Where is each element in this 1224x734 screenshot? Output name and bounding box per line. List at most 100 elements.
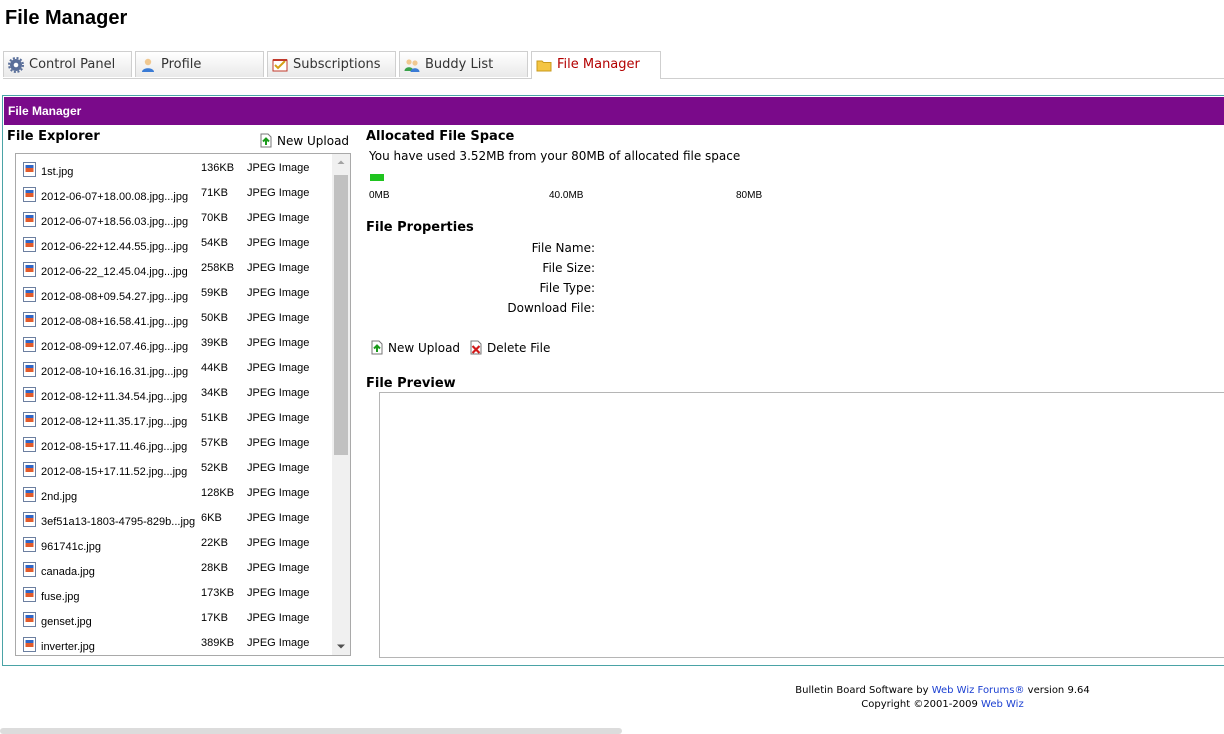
file-row[interactable]: 2012-08-12+11.34.54.jpg...jpg 34KB JPEG Im… xyxy=(16,385,332,410)
web-wiz-forums-link[interactable]: Web Wiz Forums® xyxy=(932,685,1025,696)
file-preview-area xyxy=(379,392,1224,658)
file-name: 2012-06-07+18.00.08.jpg...jpg xyxy=(41,191,189,203)
image-file-icon xyxy=(23,237,36,252)
file-type: JPEG Image xyxy=(247,612,310,624)
file-size: 6KB xyxy=(201,512,222,524)
page-horizontal-scrollbar[interactable] xyxy=(0,728,622,734)
web-wiz-link[interactable]: Web Wiz xyxy=(981,699,1024,710)
file-size: 70KB xyxy=(201,212,228,224)
file-row[interactable]: 2012-08-08+09.54.27.jpg...jpg 59KB JPEG Im… xyxy=(16,285,332,310)
file-row[interactable]: 2012-08-15+17.11.46.jpg...jpg 57KB JPEG Im… xyxy=(16,435,332,460)
file-size: 44KB xyxy=(201,362,228,374)
scroll-up-arrow[interactable] xyxy=(332,154,350,171)
file-name: 2012-08-15+17.11.46.jpg...jpg xyxy=(41,441,188,453)
tab-subscriptions[interactable]: Subscriptions xyxy=(267,51,396,77)
file-type: JPEG Image xyxy=(247,362,310,374)
file-row[interactable]: fuse.jpg 173KB JPEG Image xyxy=(16,585,332,610)
file-properties-title: File Properties xyxy=(366,220,474,235)
file-type: JPEG Image xyxy=(247,637,310,649)
file-row[interactable]: genset.jpg 17KB JPEG Image xyxy=(16,610,332,635)
image-file-icon xyxy=(23,512,36,527)
file-list[interactable]: 1st.jpg 136KB JPEG Image 2012-06-07+18.00.0… xyxy=(15,153,351,656)
image-file-icon xyxy=(23,362,36,377)
image-file-icon xyxy=(23,537,36,552)
image-file-icon xyxy=(23,637,36,652)
file-row[interactable]: 2012-08-09+12.07.46.jpg...jpg 39KB JPEG Im… xyxy=(16,335,332,360)
file-name: 2012-06-07+18.56.03.jpg...jpg xyxy=(41,216,189,228)
image-file-icon xyxy=(23,212,36,227)
file-type-label: File Type: xyxy=(539,281,596,295)
delete-file-button[interactable]: Delete File xyxy=(469,340,550,355)
file-row[interactable]: 2012-06-07+18.00.08.jpg...jpg 71KB JPEG Im… xyxy=(16,185,332,210)
person-icon xyxy=(142,58,154,72)
file-row[interactable]: 2nd.jpg 128KB JPEG Image xyxy=(16,485,332,510)
chevron-down-icon xyxy=(337,644,345,649)
file-row[interactable]: inverter.jpg 389KB JPEG Image xyxy=(16,635,332,655)
file-name: 3ef51a13-1803-4795-829b...jpg xyxy=(41,516,196,528)
file-type: JPEG Image xyxy=(247,437,310,449)
file-type: JPEG Image xyxy=(247,412,310,424)
file-name: 2012-08-09+12.07.46.jpg...jpg xyxy=(41,341,189,353)
file-name: 2012-08-12+11.35.17.jpg...jpg xyxy=(41,416,188,428)
new-upload-button[interactable]: New Upload xyxy=(370,340,460,355)
file-row[interactable]: 3ef51a13-1803-4795-829b...jpg 6KB JPEG Ima… xyxy=(16,510,332,535)
tab-label: Control Panel xyxy=(29,57,116,72)
folder-icon xyxy=(536,60,552,72)
file-row[interactable]: 2012-08-12+11.35.17.jpg...jpg 51KB JPEG Im… xyxy=(16,410,332,435)
new-upload-link-top[interactable]: New Upload xyxy=(259,133,349,148)
file-row[interactable]: canada.jpg 28KB JPEG Image xyxy=(16,560,332,585)
file-name: 2012-06-22+12.44.55.jpg...jpg xyxy=(41,241,189,253)
image-file-icon xyxy=(23,412,36,427)
file-type: JPEG Image xyxy=(247,562,310,574)
scale-label-max: 80MB xyxy=(736,190,763,201)
file-size: 51KB xyxy=(201,412,228,424)
file-list-scrollbar[interactable] xyxy=(332,154,350,655)
footer-text: Bulletin Board Software by xyxy=(795,685,932,696)
tab-label: Profile xyxy=(161,57,202,72)
file-row[interactable]: 961741c.jpg 22KB JPEG Image xyxy=(16,535,332,560)
file-name: 2012-08-08+09.54.27.jpg...jpg xyxy=(41,291,189,303)
image-file-icon xyxy=(23,487,36,502)
delete-file-label: Delete File xyxy=(487,341,551,355)
file-size: 17KB xyxy=(201,612,228,624)
file-type: JPEG Image xyxy=(247,287,310,299)
file-type: JPEG Image xyxy=(247,187,310,199)
footer-line-2: Copyright ©2001-2009 Web Wiz xyxy=(700,698,1185,712)
image-file-icon xyxy=(23,437,36,452)
file-type: JPEG Image xyxy=(247,462,310,474)
scroll-thumb[interactable] xyxy=(334,175,348,455)
scroll-down-arrow[interactable] xyxy=(332,638,350,655)
footer-version: version 9.64 xyxy=(1024,685,1090,696)
file-row[interactable]: 2012-06-22+12.44.55.jpg...jpg 54KB JPEG Im… xyxy=(16,235,332,260)
new-upload-label: New Upload xyxy=(277,134,350,148)
file-row[interactable]: 2012-06-22_12.45.04.jpg...jpg 258KB JPEG I… xyxy=(16,260,332,285)
tab-file-manager[interactable]: File Manager xyxy=(531,51,661,79)
file-size: 136KB xyxy=(201,162,235,174)
file-explorer-title: File Explorer xyxy=(7,129,100,144)
file-name: inverter.jpg xyxy=(41,641,95,653)
file-type: JPEG Image xyxy=(247,537,310,549)
file-row[interactable]: 2012-06-07+18.56.03.jpg...jpg 70KB JPEG Im… xyxy=(16,210,332,235)
tab-label: File Manager xyxy=(557,57,640,72)
upload-icon xyxy=(371,340,383,355)
file-type: JPEG Image xyxy=(247,512,310,524)
file-type: JPEG Image xyxy=(247,237,310,249)
file-row[interactable]: 2012-08-08+16.58.41.jpg...jpg 50KB JPEG Im… xyxy=(16,310,332,335)
download-file-label: Download File: xyxy=(507,301,595,315)
file-size: 258KB xyxy=(201,262,235,274)
image-file-icon xyxy=(23,262,36,277)
file-name: 2012-08-15+17.11.52.jpg...jpg xyxy=(41,466,188,478)
file-name: fuse.jpg xyxy=(41,591,80,603)
tab-buddy-list[interactable]: Buddy List xyxy=(399,51,528,77)
file-type: JPEG Image xyxy=(247,162,310,174)
file-row[interactable]: 1st.jpg 136KB JPEG Image xyxy=(16,160,332,185)
file-row[interactable]: 2012-08-10+16.16.31.jpg...jpg 44KB JPEG Im… xyxy=(16,360,332,385)
image-file-icon xyxy=(23,612,36,627)
tab-bar: Control Panel Profile Subscriptions Budd… xyxy=(3,51,1224,79)
tab-label: Subscriptions xyxy=(293,57,381,72)
footer-line-1: Bulletin Board Software by Web Wiz Forum… xyxy=(700,684,1185,698)
tab-profile[interactable]: Profile xyxy=(135,51,264,77)
file-size: 389KB xyxy=(201,637,235,649)
file-row[interactable]: 2012-08-15+17.11.52.jpg...jpg 52KB JPEG Im… xyxy=(16,460,332,485)
tab-control-panel[interactable]: Control Panel xyxy=(3,51,132,77)
